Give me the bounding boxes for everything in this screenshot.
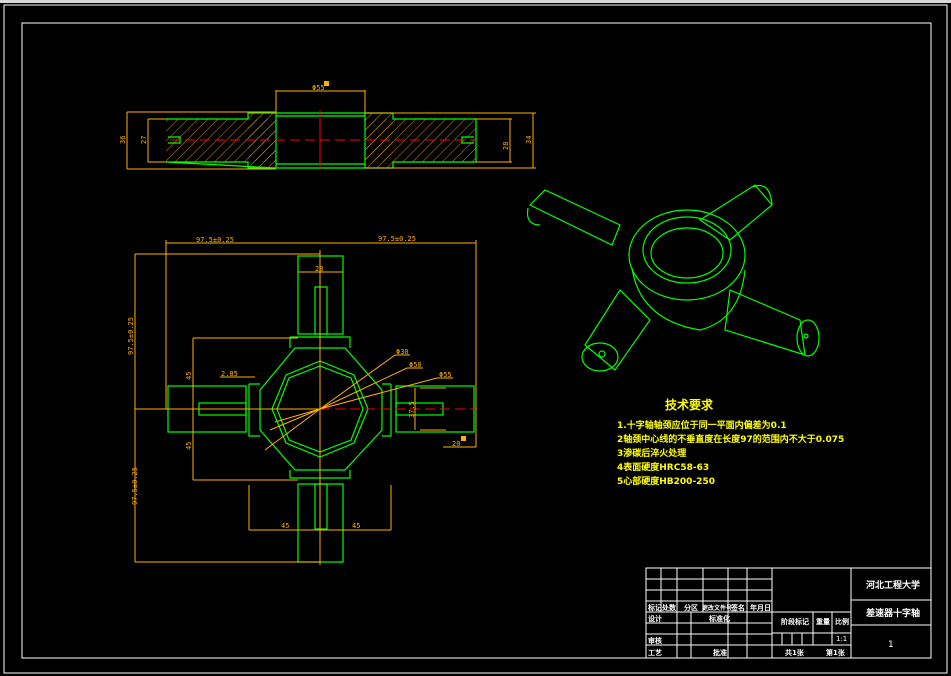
school-name: 河北工程大学	[866, 579, 920, 591]
header-change-doc: 更改文件号	[702, 604, 732, 612]
requirements-title: 技术要求	[665, 397, 714, 412]
iso-ring-top	[642, 216, 732, 284]
dim-half-width-left: 97.5±0.25	[196, 236, 234, 244]
weight-label: 重量	[816, 617, 830, 626]
row-process: 工艺	[648, 648, 662, 657]
iso-arm-end-right	[796, 319, 820, 357]
isometric-view	[526, 184, 820, 372]
requirement-3: 3渗碳后淬火处理	[617, 447, 686, 459]
sheet-number: 第1张	[826, 648, 846, 657]
dim-27: 27	[140, 136, 148, 144]
dim-half-width-right: 97.5±0.25	[378, 235, 416, 243]
dim-arm-upper: 45	[185, 372, 193, 380]
drawing-number: 1	[888, 640, 894, 650]
dim-journal-len: 20	[452, 440, 460, 448]
requirement-1: 1.十字轴轴颈应位于同一平面内偏差为0.1	[617, 419, 787, 431]
slot-top	[314, 286, 328, 335]
slot-bottom	[314, 483, 328, 530]
iso-arm-upper-right	[698, 184, 773, 241]
row-review: 审核	[648, 636, 662, 645]
sheets-total: 共1张	[785, 648, 805, 657]
dim-dia-30: Φ30	[396, 348, 409, 356]
dim-journal-dia: 37.5	[408, 401, 416, 418]
plan-dimension-lines	[134, 240, 477, 563]
iso-oil-hole-right	[803, 333, 809, 339]
dim-36: 36	[119, 136, 127, 144]
tolerance-marker	[324, 81, 329, 86]
dim-hub-dia: Φ55	[312, 84, 325, 92]
iso-bore	[650, 227, 724, 279]
part-name: 差速器十字轴	[866, 607, 920, 619]
row-design: 设计	[648, 614, 662, 623]
stage-mark-label: 阶段标记	[781, 617, 809, 626]
requirement-4: 4表面硬度HRC58-63	[617, 461, 709, 473]
dim-half-height-top: 97.5±0.25	[127, 317, 135, 355]
technical-requirements: 技术要求 1.十字轴轴颈应位于同一平面内偏差为0.1 2轴颈中心线的不垂直度在长…	[617, 397, 844, 487]
section-view: Φ55 36 27 28 34	[119, 81, 536, 170]
header-signature: 签名	[730, 603, 745, 612]
requirement-2: 2轴颈中心线的不垂直度在长度97的范围内不大于0.075	[617, 433, 844, 445]
dim-bottom-left: 45	[281, 522, 289, 530]
cad-drawing: Φ55 36 27 28 34 97.5±0.25 97.5±0.25 97.5…	[3, 4, 948, 674]
dim-28: 28	[502, 142, 510, 150]
dim-arm-lower: 45	[185, 442, 193, 450]
dim-half-height-bottom: 97.5±0.25	[131, 467, 139, 505]
header-count: 处数	[661, 603, 677, 612]
iso-ring-outer	[628, 209, 746, 301]
header-zone: 分区	[684, 603, 698, 612]
dim-dia-55: Φ55	[439, 371, 452, 379]
tolerance-marker	[461, 436, 466, 441]
approve-label: 批准	[713, 648, 727, 657]
scale-label: 比例	[835, 617, 849, 626]
dim-journal-width: 28	[315, 265, 323, 273]
scale-value: 1:1	[836, 635, 847, 643]
dim-dia-50: Φ50	[409, 361, 422, 369]
iso-arm-upper-left	[526, 189, 621, 246]
iso-oil-hole-left	[598, 350, 606, 358]
dim-34: 34	[525, 136, 533, 144]
header-mark: 标记	[647, 603, 662, 612]
requirement-5: 5心部硬度HB200-250	[617, 475, 715, 487]
plan-view: 97.5±0.25 97.5±0.25 97.5±0.25 97.5±0.25 …	[127, 235, 477, 565]
title-block: 河北工程大学 差速器十字轴 1 标记 处数 分区 更改文件号 签名 年月日 设计…	[645, 567, 932, 659]
dim-chamfer: 2.85	[221, 370, 238, 378]
standardize-label: 标准化	[708, 614, 730, 623]
header-date: 年月日	[750, 603, 771, 612]
dim-bottom-right: 45	[352, 522, 360, 530]
